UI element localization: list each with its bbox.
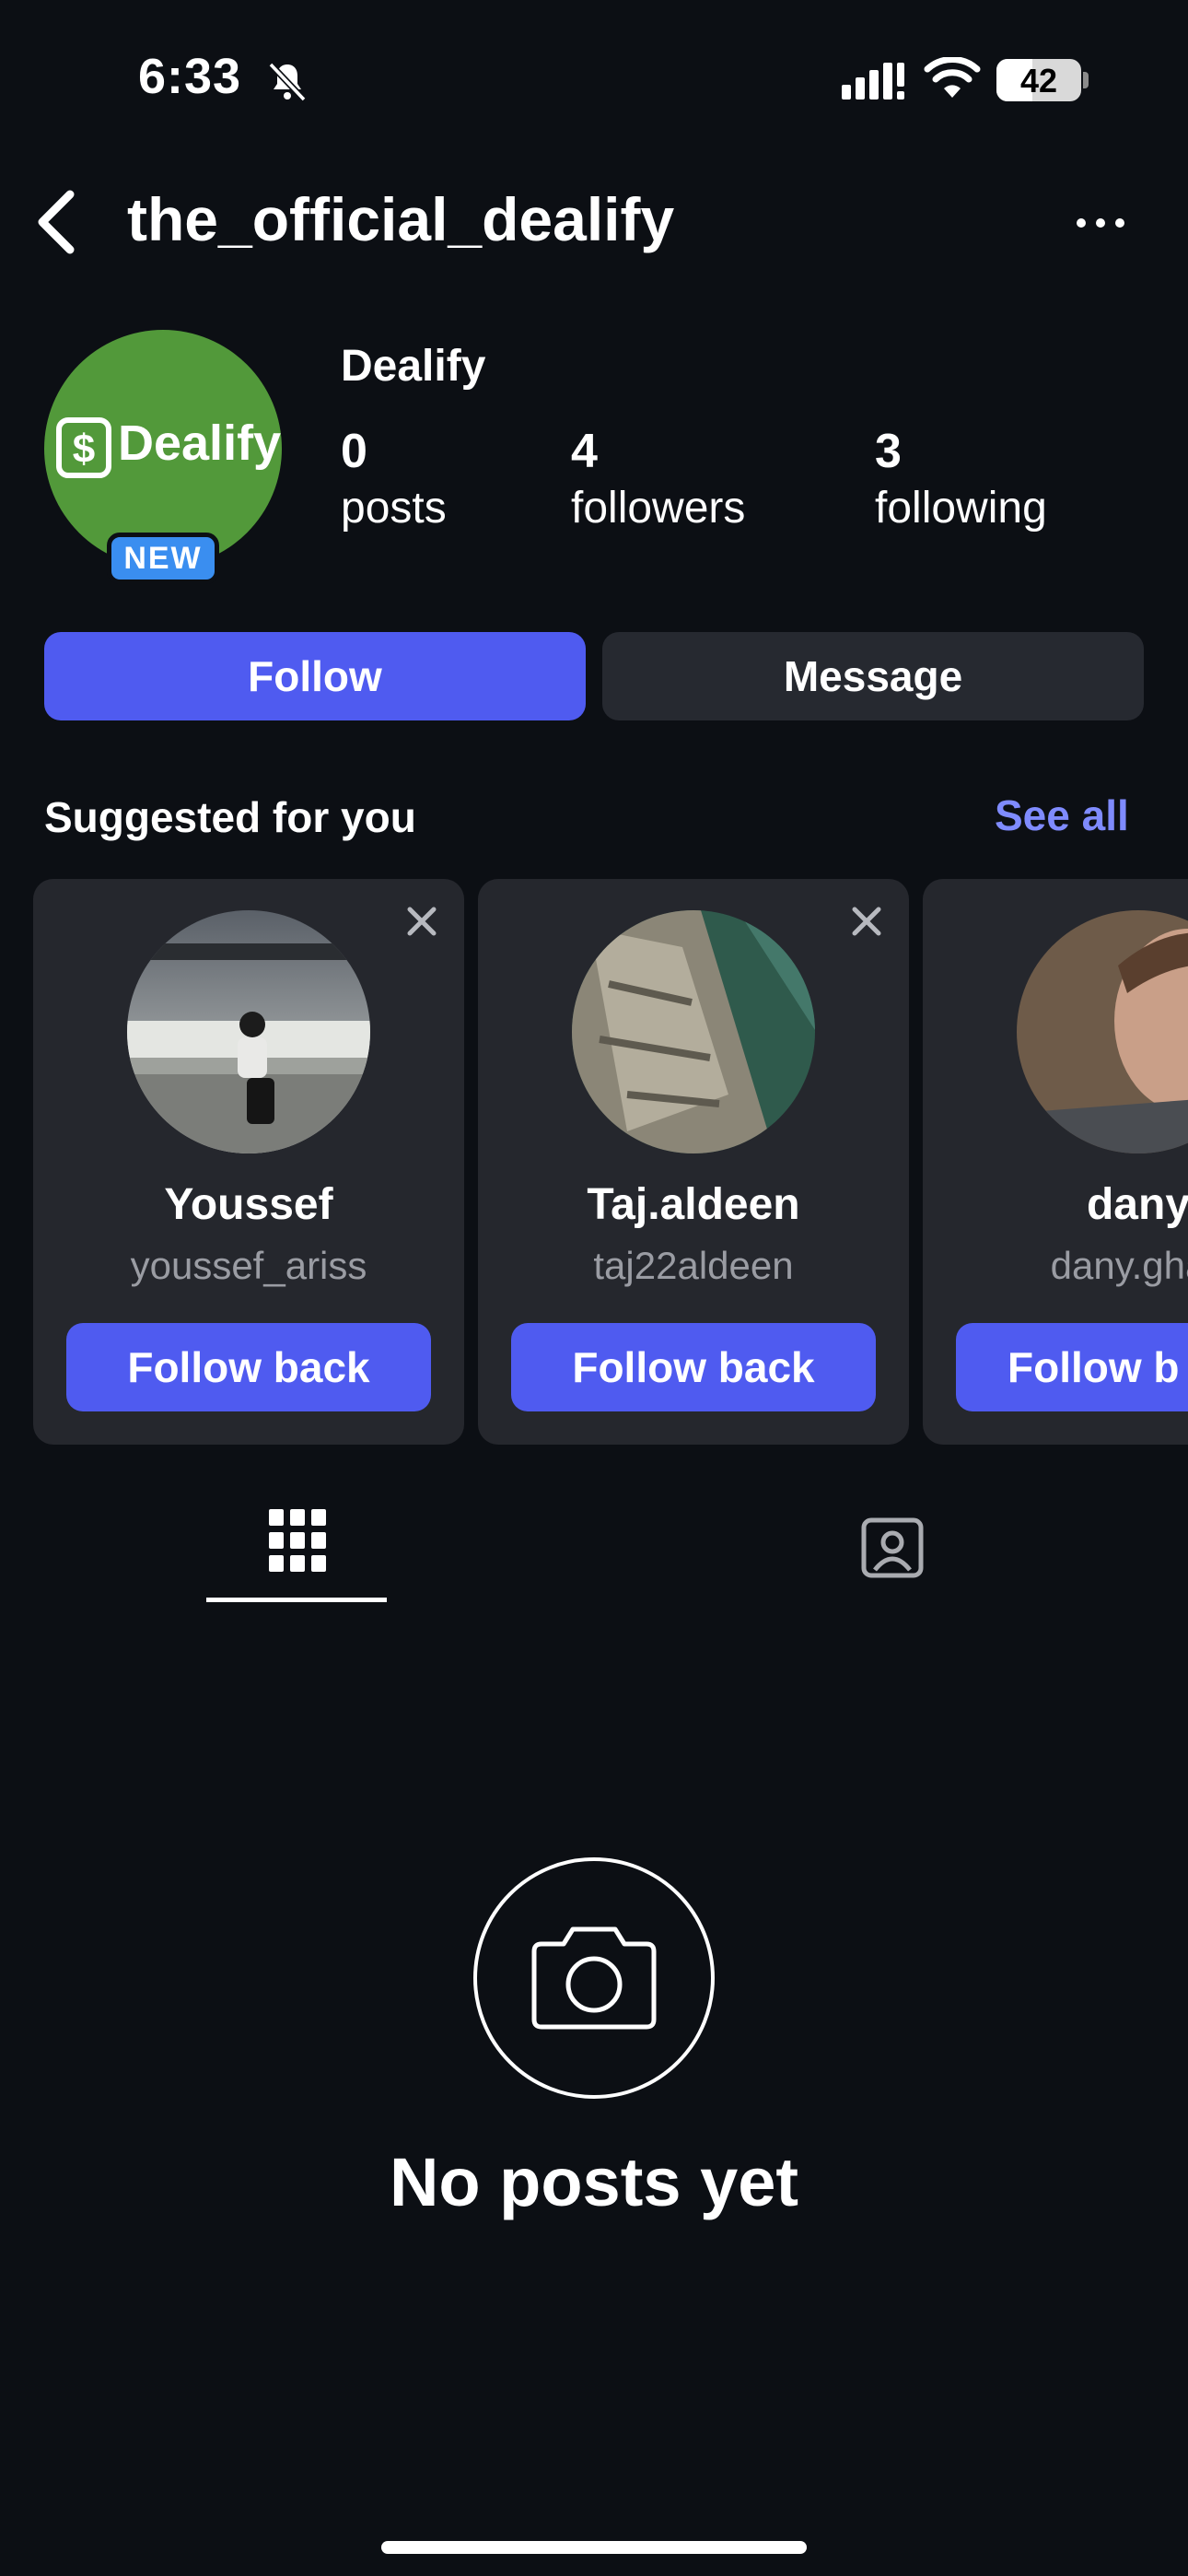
suggestion-card[interactable]: Youssef youssef_ariss Follow back xyxy=(33,879,464,1445)
signal-icon xyxy=(842,63,904,100)
follow-button[interactable]: Follow xyxy=(44,632,586,720)
svg-text:$: $ xyxy=(73,427,95,472)
suggestion-name[interactable]: dany xyxy=(1017,1179,1188,1230)
back-arrow-icon[interactable] xyxy=(33,189,79,255)
tagged-icon[interactable] xyxy=(860,1515,925,1579)
suggestion-handle: youssef_ariss xyxy=(130,1244,367,1287)
follow-back-button[interactable]: Follow back xyxy=(66,1323,431,1411)
grid-icon[interactable] xyxy=(269,1509,326,1572)
suggestion-handle: taj22aldeen xyxy=(593,1244,794,1287)
avatar-logo-text: Dealify xyxy=(118,416,282,471)
new-badge: NEW xyxy=(107,533,219,584)
wifi-icon xyxy=(924,57,981,98)
follow-back-button[interactable]: Follow back xyxy=(511,1323,876,1411)
suggestion-card[interactable]: Taj.aldeen taj22aldeen Follow back xyxy=(478,879,909,1445)
followers-label[interactable]: followers xyxy=(571,483,745,533)
user-avatar-photo[interactable] xyxy=(572,910,815,1153)
following-count[interactable]: 3 xyxy=(875,424,902,479)
display-name: Dealify xyxy=(341,342,486,391)
active-tab-indicator xyxy=(206,1598,387,1602)
status-time: 6:33 xyxy=(138,49,242,104)
dismiss-icon[interactable] xyxy=(405,905,438,938)
bell-slash-icon xyxy=(268,62,307,102)
dollar-logo-icon: $ xyxy=(56,417,111,478)
suggestion-name[interactable]: Youssef xyxy=(33,1179,464,1230)
dismiss-icon[interactable] xyxy=(850,905,883,938)
more-options-icon[interactable] xyxy=(1074,214,1127,232)
camera-icon xyxy=(531,1926,657,2030)
empty-state-text: No posts yet xyxy=(389,2144,799,2220)
suggestion-card[interactable]: dany dany.ghaz Follow b xyxy=(923,879,1188,1445)
suggestion-name[interactable]: Taj.aldeen xyxy=(478,1179,909,1230)
followers-count[interactable]: 4 xyxy=(571,424,598,479)
posts-count: 0 xyxy=(341,425,367,478)
battery-level: 42 xyxy=(1019,62,1058,100)
suggestion-handle: dany.ghaz xyxy=(1050,1244,1188,1287)
user-avatar-photo[interactable] xyxy=(1017,910,1188,1153)
profile-username: the_official_dealify xyxy=(127,185,675,253)
see-all-link[interactable]: See all xyxy=(995,790,1129,840)
user-avatar-photo[interactable] xyxy=(127,910,370,1153)
message-button[interactable]: Message xyxy=(602,632,1144,720)
following-label[interactable]: following xyxy=(875,483,1047,533)
battery-indicator: 42 xyxy=(996,59,1081,101)
home-indicator[interactable] xyxy=(381,2541,807,2554)
posts-label: posts xyxy=(341,484,447,533)
battery-nub xyxy=(1083,72,1089,88)
suggested-title: Suggested for you xyxy=(44,793,416,841)
follow-back-button[interactable]: Follow b xyxy=(956,1323,1188,1411)
